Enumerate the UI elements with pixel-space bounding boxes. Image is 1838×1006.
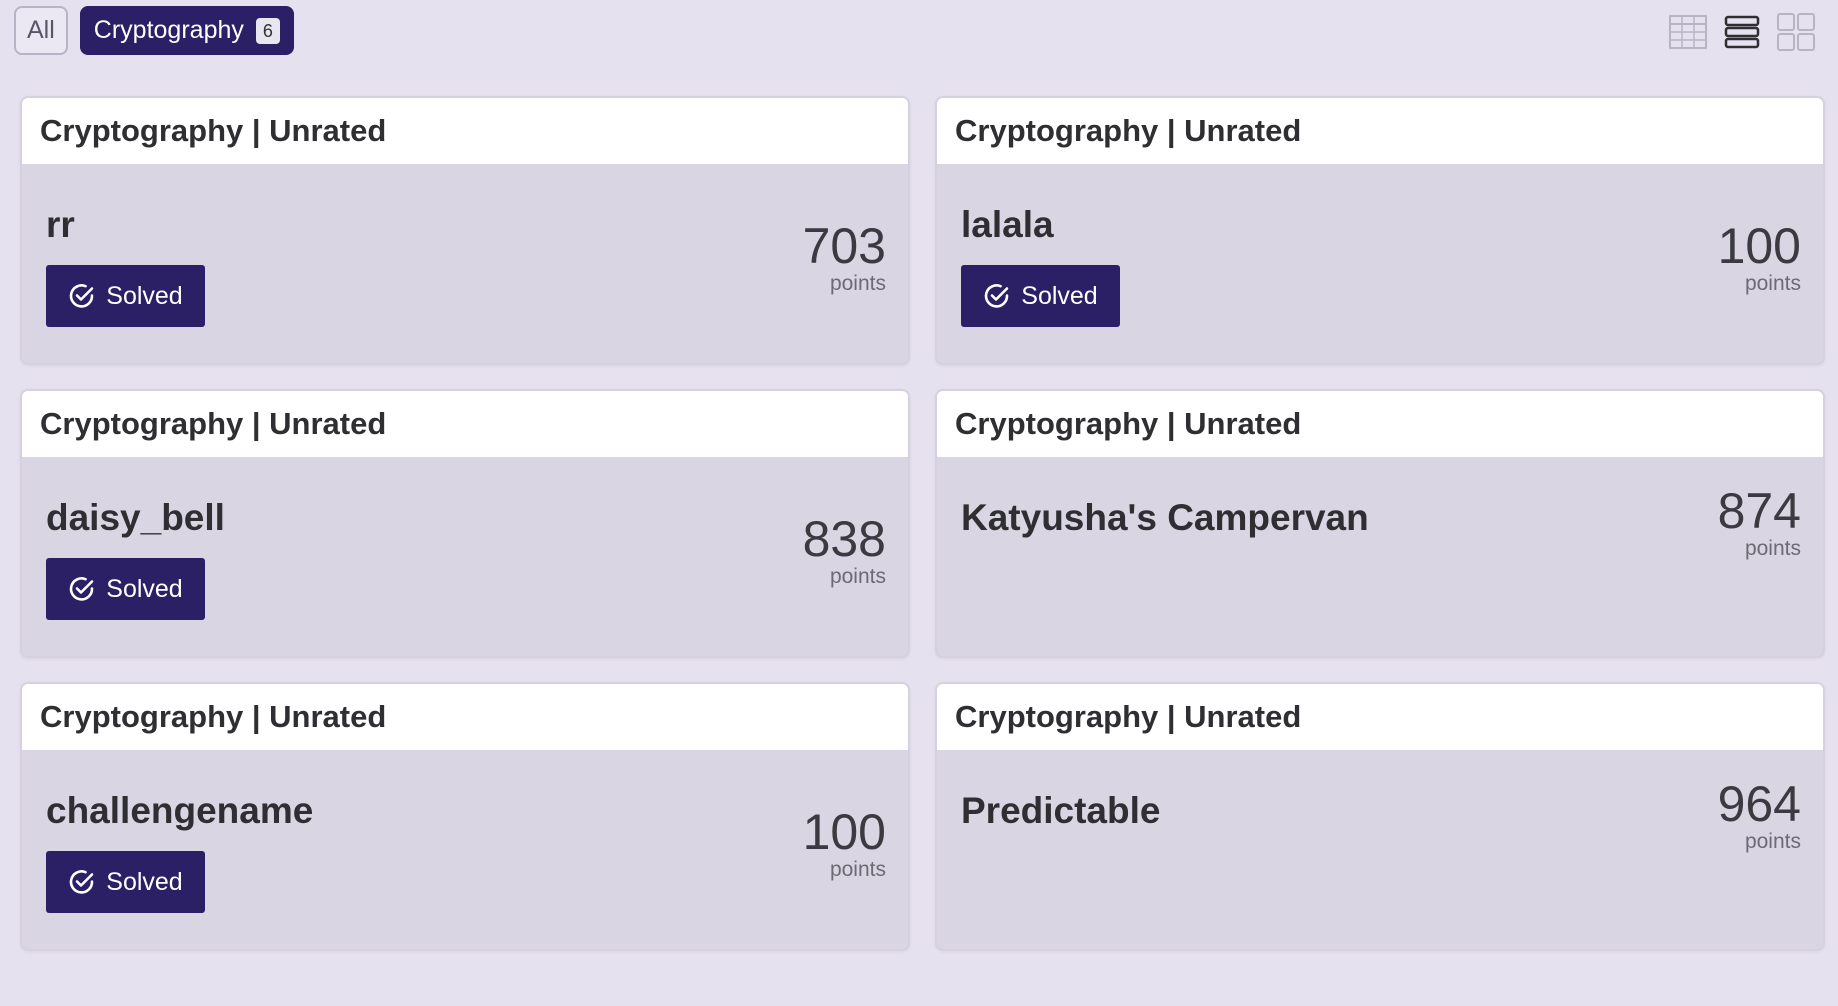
- points-label: points: [1744, 537, 1801, 560]
- grid-view-icon[interactable]: [1774, 10, 1818, 54]
- check-circle-icon: [985, 284, 1009, 308]
- challenge-name: daisy_bell: [46, 497, 225, 538]
- points-label: points: [829, 272, 886, 295]
- challenge-name: Katyusha's Campervan: [961, 497, 1369, 538]
- challenge-card[interactable]: Cryptography | Unrated rr Solved 703 poi…: [20, 96, 910, 365]
- challenge-card-body: rr Solved 703 points: [22, 164, 908, 363]
- challenge-card[interactable]: Cryptography | Unrated daisy_bell Solved…: [20, 389, 910, 658]
- challenge-card[interactable]: Cryptography | Unrated Predictable 964 p…: [935, 682, 1825, 951]
- challenge-grid: Cryptography | Unrated rr Solved 703 poi…: [20, 96, 1827, 951]
- filter-cryptography-label: Cryptography: [93, 16, 244, 44]
- filter-count-badge: 6: [255, 17, 280, 44]
- points-value: 874: [1717, 483, 1801, 539]
- challenge-card-header: Cryptography | Unrated: [22, 98, 908, 164]
- points-block: 100 points: [1718, 220, 1801, 296]
- challenge-card-body: Predictable 964 points: [937, 750, 1823, 949]
- points-value: 964: [1717, 776, 1801, 832]
- challenge-card-body: challengename Solved 100 points: [22, 750, 908, 949]
- points-block: 874 points: [1718, 485, 1801, 561]
- solved-label: Solved: [1021, 281, 1098, 310]
- points-value: 838: [802, 511, 886, 567]
- check-circle-icon: [70, 870, 94, 894]
- challenge-card-body: lalala Solved 100 points: [937, 164, 1823, 363]
- challenge-card-header: Cryptography | Unrated: [22, 391, 908, 457]
- points-label: points: [829, 858, 886, 881]
- challenge-card-body: daisy_bell Solved 838 points: [22, 457, 908, 656]
- points-label: points: [1744, 272, 1801, 295]
- points-value: 703: [802, 218, 886, 274]
- category-filter-bar: All Cryptography 6: [14, 6, 294, 55]
- list-view-icon[interactable]: [1720, 10, 1764, 54]
- filter-all-button[interactable]: All: [14, 6, 68, 55]
- filter-all-label: All: [27, 16, 55, 44]
- view-toggle-group: [1666, 10, 1818, 54]
- check-circle-icon: [70, 577, 94, 601]
- challenge-name: lalala: [961, 204, 1054, 245]
- points-value: 100: [802, 804, 886, 860]
- challenge-name: Predictable: [961, 790, 1161, 831]
- filter-cryptography-button[interactable]: Cryptography 6: [79, 6, 294, 55]
- points-label: points: [829, 565, 886, 588]
- challenge-card-header: Cryptography | Unrated: [937, 684, 1823, 750]
- solved-button[interactable]: Solved: [46, 558, 205, 620]
- check-circle-icon: [70, 284, 94, 308]
- table-view-icon[interactable]: [1666, 10, 1710, 54]
- points-block: 100 points: [803, 806, 886, 882]
- solved-label: Solved: [106, 574, 183, 603]
- challenge-card[interactable]: Cryptography | Unrated lalala Solved 100…: [935, 96, 1825, 365]
- solved-button[interactable]: Solved: [961, 265, 1120, 327]
- points-label: points: [1744, 830, 1801, 853]
- points-block: 838 points: [803, 513, 886, 589]
- solved-label: Solved: [106, 281, 183, 310]
- challenge-card[interactable]: Cryptography | Unrated Katyusha's Camper…: [935, 389, 1825, 658]
- challenge-card-body: Katyusha's Campervan 874 points: [937, 457, 1823, 656]
- challenge-name: rr: [46, 204, 75, 245]
- points-block: 964 points: [1718, 778, 1801, 854]
- points-value: 100: [1717, 218, 1801, 274]
- challenge-card-header: Cryptography | Unrated: [22, 684, 908, 750]
- solved-button[interactable]: Solved: [46, 851, 205, 913]
- challenge-card-header: Cryptography | Unrated: [937, 391, 1823, 457]
- challenge-name: challengename: [46, 790, 314, 831]
- solved-label: Solved: [106, 867, 183, 896]
- points-block: 703 points: [803, 220, 886, 296]
- solved-button[interactable]: Solved: [46, 265, 205, 327]
- challenge-card[interactable]: Cryptography | Unrated challengename Sol…: [20, 682, 910, 951]
- challenge-card-header: Cryptography | Unrated: [937, 98, 1823, 164]
